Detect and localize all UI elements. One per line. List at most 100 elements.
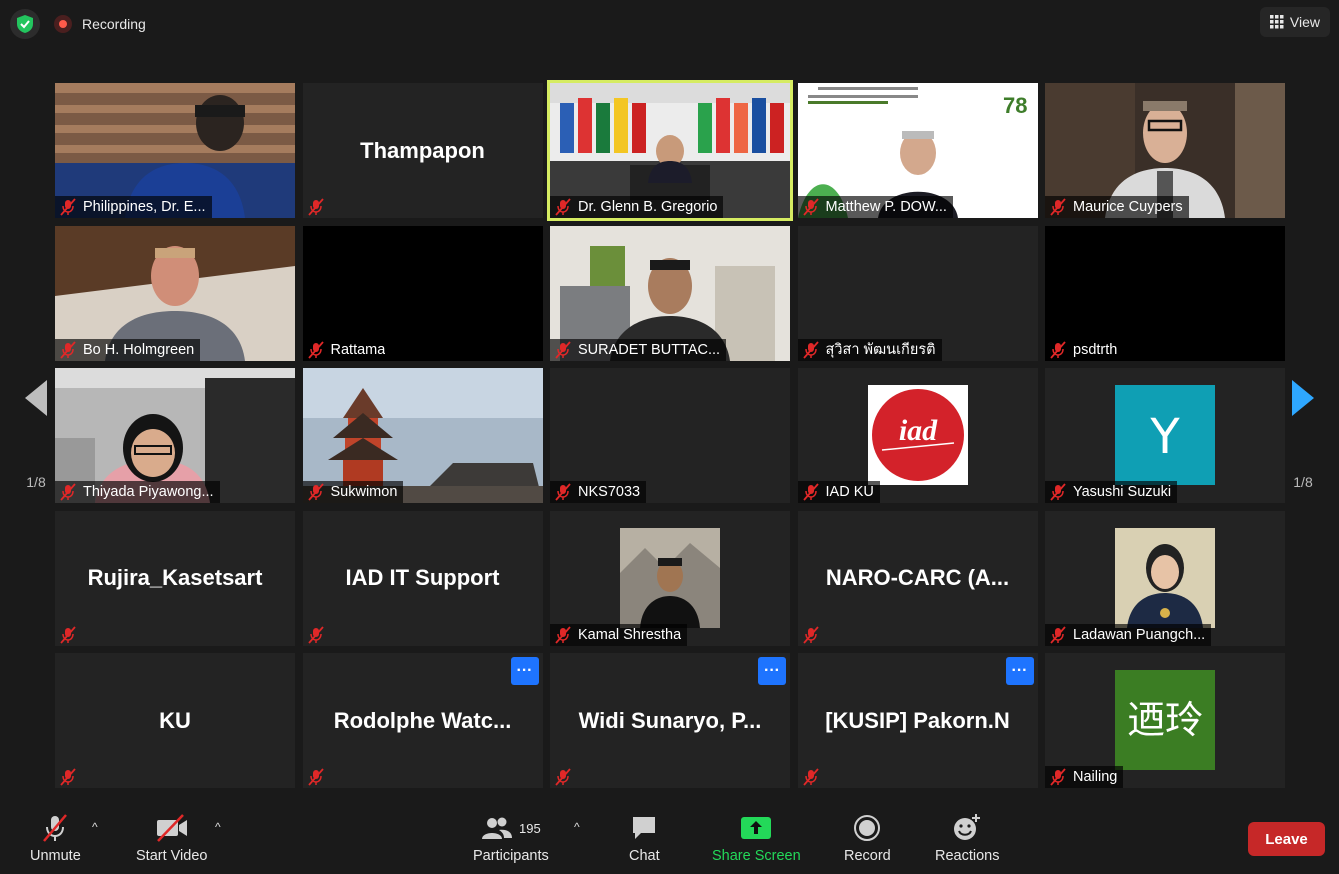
mic-muted-icon bbox=[1050, 340, 1066, 359]
recording-label: Recording bbox=[82, 16, 146, 32]
participant-name: Yasushi Suzuki bbox=[1073, 484, 1172, 500]
participant-tile[interactable]: NKS7033 bbox=[550, 368, 790, 503]
mic-muted-icon bbox=[60, 625, 76, 644]
reactions-button[interactable]: Reactions bbox=[935, 810, 999, 864]
record-label: Record bbox=[844, 848, 891, 864]
participant-name-tag: Rattama bbox=[302, 338, 392, 361]
participant-tile[interactable]: Kamal Shrestha bbox=[550, 510, 790, 646]
participant-name: Bo H. Holmgreen bbox=[83, 341, 195, 358]
participant-name: Dr. Glenn B. Gregorio bbox=[578, 199, 718, 215]
participant-name: Sukwimon bbox=[330, 484, 398, 500]
chat-button[interactable]: Chat bbox=[629, 810, 660, 864]
participant-tile[interactable]: 迺玲 Nailing bbox=[1045, 653, 1285, 788]
participant-tile[interactable]: Rodolphe Watc... ··· bbox=[302, 653, 543, 788]
participant-tile[interactable]: Philippines, Dr. E... bbox=[55, 83, 295, 218]
participant-tile[interactable]: Ladawan Puangch... bbox=[1045, 510, 1285, 646]
participant-name-tag: สุวิสา พัฒนเกียรติ bbox=[797, 338, 942, 361]
participant-tile[interactable]: Dr. Glenn B. Gregorio bbox=[547, 80, 793, 221]
participant-tile[interactable]: Rujira_Kasetsart bbox=[55, 510, 295, 646]
mic-muted-icon bbox=[555, 625, 571, 644]
video-options-caret-icon[interactable]: ^ bbox=[215, 820, 221, 834]
participant-name: Maurice Cuypers bbox=[1073, 199, 1183, 215]
reactions-label: Reactions bbox=[935, 848, 1000, 864]
participant-tile[interactable]: iad IAD KU bbox=[797, 368, 1038, 503]
participants-options-caret-icon[interactable]: ^ bbox=[574, 820, 580, 834]
participant-name-tag: Nailing bbox=[1045, 766, 1124, 788]
participant-name: Thiyada Piyawong... bbox=[83, 484, 214, 500]
mic-muted-icon bbox=[802, 340, 819, 359]
previous-page-nav[interactable]: 1/8 bbox=[18, 380, 54, 490]
participants-icon: 195 bbox=[481, 810, 541, 846]
mic-muted-icon bbox=[1050, 198, 1066, 216]
participant-name: Matthew P. DOW... bbox=[825, 199, 947, 215]
participant-tile[interactable]: psdtrth bbox=[1045, 225, 1285, 361]
svg-text:78: 78 bbox=[1003, 93, 1027, 118]
participant-tile[interactable]: Maurice Cuypers bbox=[1045, 83, 1285, 218]
participant-display-name: [KUSIP] Pakorn.N bbox=[825, 707, 1010, 733]
participant-tile[interactable]: สุวิสา พัฒนเกียรติ bbox=[797, 225, 1038, 361]
participant-name-tag: psdtrth bbox=[1045, 338, 1124, 361]
participant-name: Ladawan Puangch... bbox=[1073, 626, 1206, 643]
participant-display-name: IAD IT Support bbox=[345, 565, 500, 590]
participant-tile[interactable]: SURADET BUTTAC... bbox=[550, 225, 790, 361]
participants-button[interactable]: 195 Participants bbox=[473, 810, 549, 864]
more-options-button[interactable]: ··· bbox=[1005, 657, 1034, 685]
participant-name-tag bbox=[798, 624, 832, 646]
participant-tile[interactable]: Widi Sunaryo, P... ··· bbox=[550, 653, 790, 788]
grid-view-icon bbox=[1269, 15, 1284, 29]
meeting-toolbar: Unmute ^ Start Video ^ 195 Participants … bbox=[0, 800, 1339, 874]
participant-name-tag bbox=[303, 196, 337, 218]
participant-name-tag bbox=[303, 766, 337, 788]
recording-indicator[interactable]: Recording bbox=[54, 15, 146, 33]
participant-display-name: KU bbox=[159, 707, 191, 733]
participant-name-tag bbox=[55, 624, 89, 646]
participants-count: 195 bbox=[519, 820, 541, 836]
participants-label: Participants bbox=[473, 848, 549, 864]
participant-tile[interactable]: [KUSIP] Pakorn.N ··· bbox=[797, 653, 1038, 788]
more-options-button[interactable]: ··· bbox=[510, 657, 539, 685]
participant-tile[interactable]: Rattama bbox=[302, 225, 543, 361]
record-button[interactable]: Record bbox=[844, 810, 891, 864]
mic-muted-icon bbox=[1050, 768, 1066, 786]
mic-muted-icon bbox=[40, 810, 70, 846]
participant-tile[interactable]: 78 Matthew P. DOW... bbox=[797, 83, 1038, 218]
mic-muted-icon bbox=[802, 198, 819, 216]
participant-name-tag: Ladawan Puangch... bbox=[1045, 623, 1212, 646]
participant-name-tag bbox=[550, 766, 584, 788]
participant-display-name: NARO-CARC (A... bbox=[825, 565, 1010, 590]
participant-name-tag: Maurice Cuypers bbox=[1045, 196, 1189, 218]
participant-display-name: Rodolphe Watc... bbox=[333, 707, 512, 733]
arrow-left-icon[interactable] bbox=[25, 380, 47, 416]
participant-name-tag bbox=[55, 766, 89, 788]
participant-tile[interactable]: Thiyada Piyawong... bbox=[55, 368, 295, 503]
leave-button[interactable]: Leave bbox=[1248, 822, 1325, 856]
arrow-right-icon[interactable] bbox=[1292, 380, 1314, 416]
participant-name-tag bbox=[303, 624, 337, 646]
share-screen-button[interactable]: Share Screen bbox=[712, 810, 801, 864]
start-video-button[interactable]: Start Video bbox=[136, 810, 207, 864]
participant-tile[interactable]: IAD IT Support bbox=[302, 510, 543, 646]
participant-tile[interactable]: Bo H. Holmgreen bbox=[55, 225, 295, 361]
participant-name-tag: Thiyada Piyawong... bbox=[55, 481, 220, 503]
next-page-nav[interactable]: 1/8 bbox=[1285, 380, 1321, 490]
audio-options-caret-icon[interactable]: ^ bbox=[92, 820, 98, 834]
unmute-button[interactable]: Unmute bbox=[30, 810, 81, 864]
participant-name: สุวิสา พัฒนเกียรติ bbox=[825, 342, 936, 358]
top-status-area: Recording bbox=[10, 9, 146, 39]
participant-name-tag: Sukwimon bbox=[302, 481, 404, 503]
participant-tile[interactable]: KU bbox=[55, 653, 295, 788]
participant-tile[interactable]: Thampapon bbox=[302, 83, 543, 218]
view-button[interactable]: View bbox=[1259, 7, 1330, 37]
security-shield-icon[interactable] bbox=[10, 9, 40, 39]
participant-tile[interactable]: NARO-CARC (A... bbox=[797, 510, 1038, 646]
participant-name-tag: Yasushi Suzuki bbox=[1045, 481, 1178, 503]
mic-muted-icon bbox=[307, 198, 324, 216]
more-options-button[interactable]: ··· bbox=[758, 657, 786, 685]
participant-tile[interactable]: Sukwimon bbox=[302, 368, 543, 503]
mic-muted-icon bbox=[555, 340, 571, 359]
participant-tile[interactable]: Y Yasushi Suzuki bbox=[1045, 368, 1285, 503]
chat-icon bbox=[630, 810, 658, 846]
participant-avatar bbox=[620, 527, 720, 628]
participant-display-name: Widi Sunaryo, P... bbox=[578, 707, 762, 733]
participant-name: IAD KU bbox=[825, 484, 874, 500]
